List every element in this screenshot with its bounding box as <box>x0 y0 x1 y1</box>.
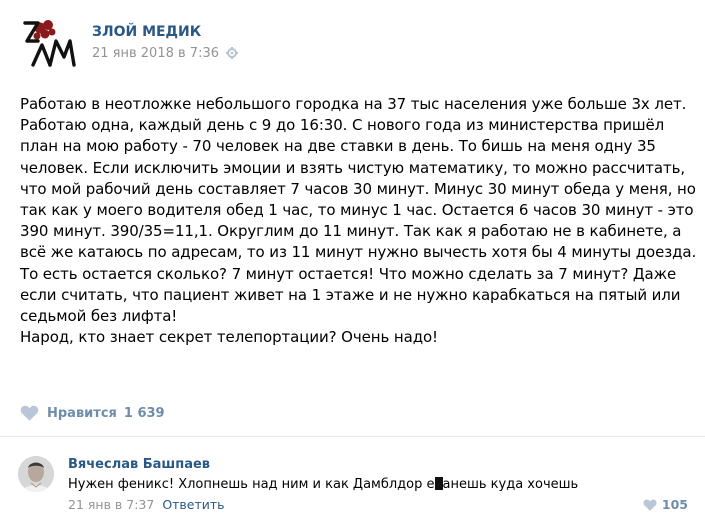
post-text: Работаю в неотложке небольшого городка н… <box>20 94 697 348</box>
post-date: 21 янв 2018 в 7:36 <box>92 46 239 61</box>
post-text-line: всё же катаюсь по адресам, то из 11 мину… <box>20 243 697 262</box>
post-text-line: Работаю в неотложке небольшого городка н… <box>20 95 687 113</box>
like-label: Нравится <box>47 405 117 421</box>
heart-icon <box>20 405 39 421</box>
post-text-line: седьмой без лифта! <box>20 307 178 326</box>
post-date-text[interactable]: 21 янв 2018 в 7:36 <box>92 46 219 61</box>
comment: Вячеслав Башпаев Нужен феникс! Хлопнешь … <box>18 452 698 516</box>
reply-button[interactable]: Ответить <box>162 497 224 512</box>
like-count: 1 639 <box>123 405 165 421</box>
comment-text: Нужен феникс! Хлопнешь над ним и как Дам… <box>68 477 578 492</box>
post-text-line: если считать, что пациент живет на 1 эта… <box>20 285 681 304</box>
zlm-logo-icon[interactable] <box>20 16 76 72</box>
comment-like-button[interactable]: 105 <box>643 497 688 512</box>
post-author[interactable]: ЗЛОЙ МЕДИК <box>92 24 201 40</box>
comment-text-part: Нужен феникс! Хлопнешь над ним и как Дам… <box>68 477 435 492</box>
post-text-line: 390 минут. 390/35=11,1. Округлим до 11 м… <box>20 222 682 241</box>
comment-date[interactable]: 21 янв в 7:37 <box>68 497 154 512</box>
post-text-line: Работаю одна, каждый день с 9 до 16:30. … <box>20 116 665 135</box>
comment-author[interactable]: Вячеслав Башпаев <box>68 457 210 472</box>
divider <box>0 436 705 437</box>
like-button[interactable]: Нравится 1 639 <box>20 402 165 424</box>
censor-block <box>434 477 443 490</box>
post-text-line: Народ, кто знает секрет телепортации? Оч… <box>20 328 438 347</box>
post-text-line: так как у моего водителя обед 1 час, то … <box>20 201 694 220</box>
post-text-line: То есть остается сколько? 7 минут остает… <box>20 264 677 283</box>
gear-icon[interactable] <box>226 47 239 59</box>
comment-meta: 21 янв в 7:37 Ответить <box>68 497 225 512</box>
post-text-line: что мой рабочий день составляет 7 часов … <box>20 179 696 198</box>
heart-icon <box>643 499 657 511</box>
avatar[interactable] <box>18 456 54 492</box>
comment-text-part: анешь куда хочешь <box>442 477 579 492</box>
post-text-line: человек. Если исключить эмоции и взять ч… <box>20 158 686 177</box>
comment-like-count: 105 <box>661 497 688 512</box>
post-text-line: план на мою работу - 70 человек на две с… <box>20 137 656 156</box>
